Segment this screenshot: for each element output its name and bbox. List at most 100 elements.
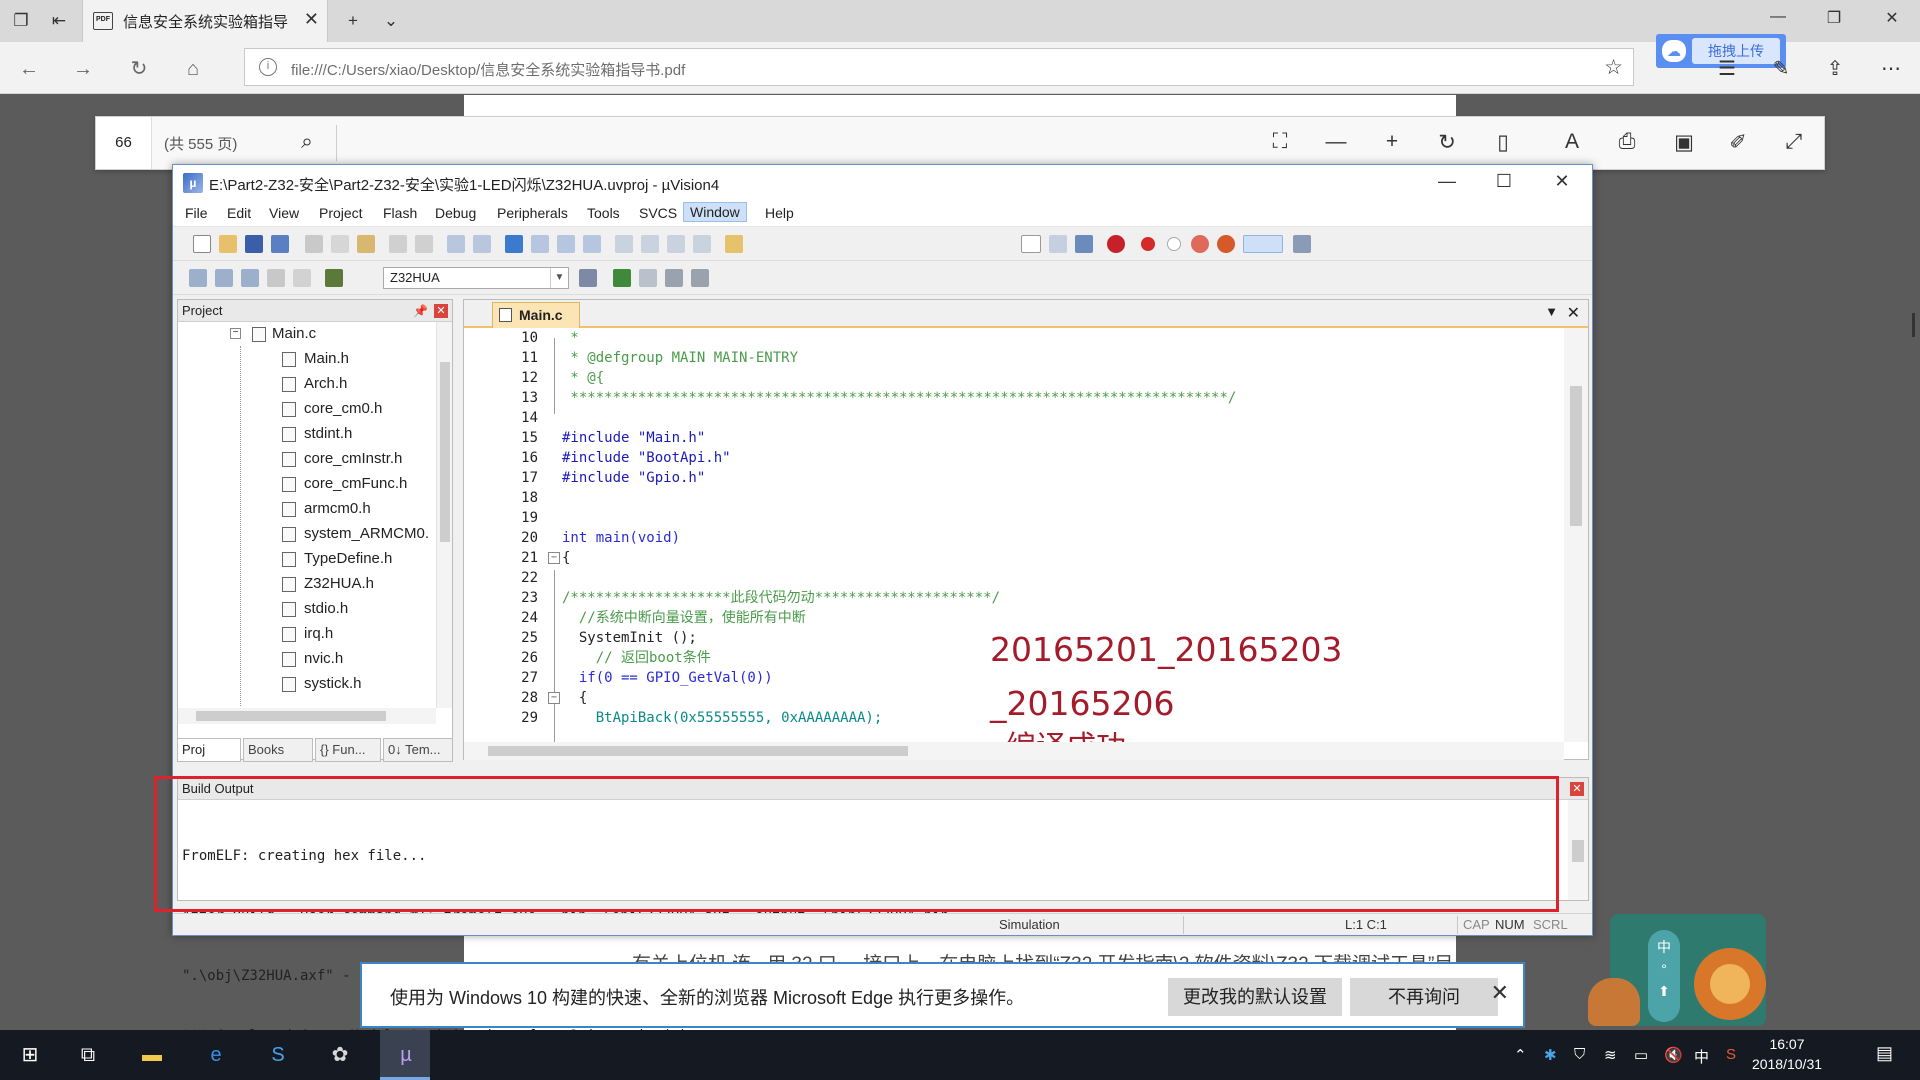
open-file-icon[interactable]	[219, 235, 237, 253]
new-file-icon[interactable]	[193, 235, 211, 253]
save-all-icon[interactable]	[271, 235, 289, 253]
favorite-star-icon[interactable]: ☆	[1604, 55, 1623, 80]
tab-functions[interactable]: {} Fun...	[315, 738, 381, 762]
batch-build-icon[interactable]	[267, 269, 285, 287]
uncomment-icon[interactable]	[693, 235, 711, 253]
editor-vscrollbar[interactable]	[1564, 328, 1588, 742]
minimize-icon[interactable]: —	[1758, 8, 1798, 26]
home-icon[interactable]: ⌂	[178, 54, 208, 84]
project-vscrollbar[interactable]	[436, 322, 452, 708]
battery-icon[interactable]: ▭	[1634, 1046, 1648, 1064]
fold-toggle-icon[interactable]: −	[548, 692, 560, 704]
browser-s-icon[interactable]: S	[262, 1040, 294, 1070]
save-file-icon[interactable]	[245, 235, 263, 253]
edge-icon[interactable]: e	[200, 1040, 232, 1070]
build-icon[interactable]	[215, 269, 233, 287]
uv-minimize-icon[interactable]: —	[1427, 171, 1467, 192]
target-select[interactable]: Z32HUA ▼	[383, 267, 569, 289]
clock[interactable]: 16:07 2018/10/31	[1742, 1034, 1832, 1074]
tab-templates[interactable]: 0↓ Tem...	[383, 738, 453, 762]
indent-icon[interactable]	[615, 235, 633, 253]
windows-start-icon[interactable]: ⊞	[14, 1040, 46, 1070]
kill-all-breakpoints-icon[interactable]	[1217, 235, 1235, 253]
tab-list-dropdown-icon[interactable]: ▼	[1545, 304, 1558, 319]
prompt-close-icon[interactable]: ✕	[1491, 980, 1509, 1006]
rotate-icon[interactable]: ↻	[1432, 130, 1462, 155]
pack-installer-icon[interactable]	[691, 269, 709, 287]
rebuild-icon[interactable]	[241, 269, 259, 287]
menu-edit[interactable]: Edit	[227, 205, 251, 221]
pin-icon[interactable]: 📌	[413, 300, 428, 322]
wifi-icon[interactable]: ≋	[1604, 1046, 1617, 1064]
stop-build-icon[interactable]	[293, 269, 311, 287]
debug-start-icon[interactable]	[1107, 235, 1125, 253]
print-icon[interactable]: ⎙	[1612, 130, 1642, 154]
task-view-icon[interactable]: ⧉	[72, 1040, 104, 1070]
menu-project[interactable]: Project	[319, 205, 363, 221]
menu-window[interactable]: Window	[683, 202, 747, 222]
tab-close-icon[interactable]: ✕	[304, 9, 319, 30]
menu-flash[interactable]: Flash	[383, 205, 417, 221]
shield-icon[interactable]: ⛉	[1574, 1046, 1585, 1063]
find-icon[interactable]	[1049, 235, 1067, 253]
restore-icon[interactable]: ❐	[1814, 8, 1854, 28]
bluetooth-icon[interactable]: ✱	[1544, 1046, 1557, 1064]
nav-forward-icon[interactable]	[473, 235, 491, 253]
redo-icon[interactable]	[415, 235, 433, 253]
uvision-taskbar-icon[interactable]: µ	[390, 1040, 422, 1070]
tab-preview-chevron-icon[interactable]: ⌄	[378, 8, 404, 34]
zoom-out-icon[interactable]: —	[1321, 130, 1351, 154]
tab-main-c[interactable]: Main.c	[492, 302, 580, 328]
pen-notes-icon[interactable]: ✎	[1766, 56, 1796, 81]
target-options-icon[interactable]	[579, 269, 597, 287]
more-icon[interactable]: ⋯	[1876, 56, 1906, 81]
app-icon[interactable]: ✿	[324, 1040, 356, 1070]
zoom-in-icon[interactable]: +	[1377, 130, 1407, 154]
editor-hscrollbar[interactable]	[464, 742, 1564, 760]
undo-icon[interactable]	[389, 235, 407, 253]
breakpoint-icon[interactable]	[1141, 237, 1155, 251]
disable-breakpoint-icon[interactable]	[1167, 237, 1181, 251]
page-number-input[interactable]: 66	[96, 117, 152, 169]
build-vscrollbar[interactable]	[1568, 800, 1588, 900]
scroll-thumb[interactable]	[196, 711, 386, 721]
back-icon[interactable]: ←	[14, 54, 44, 84]
manage-rte-icon[interactable]	[665, 269, 683, 287]
change-default-button[interactable]: 更改我的默认设置	[1168, 978, 1342, 1016]
fold-toggle-icon[interactable]: −	[548, 552, 560, 564]
fit-page-icon[interactable]: ⛶	[1265, 130, 1295, 154]
scroll-thumb[interactable]	[1570, 386, 1582, 526]
menu-debug[interactable]: Debug	[435, 205, 476, 221]
menu-view[interactable]: View	[269, 205, 299, 221]
manage-components-icon[interactable]	[613, 269, 631, 287]
menu-file[interactable]: File	[185, 205, 208, 221]
forward-icon[interactable]: →	[68, 54, 98, 84]
ime-toolbar[interactable]: 中 ° ⬆	[1648, 930, 1680, 1022]
collapse-icon[interactable]: −	[230, 328, 241, 339]
clear-bookmarks-icon[interactable]	[583, 235, 601, 253]
paste-icon[interactable]	[357, 235, 375, 253]
find-combo-dropdown[interactable]	[1021, 235, 1041, 253]
volume-muted-icon[interactable]: 🔇	[1664, 1046, 1683, 1064]
find-in-files-icon[interactable]	[725, 235, 743, 253]
select-packs-icon[interactable]	[639, 269, 657, 287]
dont-ask-button[interactable]: 不再询问	[1350, 978, 1498, 1016]
address-field[interactable]: i file:///C:/Users/xiao/Desktop/信息安全系统实验…	[244, 48, 1634, 86]
sogou-icon[interactable]: S	[1726, 1046, 1736, 1063]
page-layout-icon[interactable]: ▯	[1488, 130, 1518, 155]
favorites-hub-icon[interactable]: ☰	[1712, 56, 1742, 81]
build-output-close-icon[interactable]: ✕	[1570, 782, 1584, 796]
scroll-thumb[interactable]	[1572, 840, 1584, 862]
tab-books[interactable]: Books	[243, 738, 313, 762]
code-area[interactable]: 10 * 11 * @defgroup MAIN MAIN-ENTRY 12 *…	[464, 328, 1564, 742]
read-aloud-icon[interactable]: A	[1557, 130, 1587, 154]
refresh-icon[interactable]: ↻	[124, 54, 154, 84]
new-tab-icon[interactable]: +	[340, 8, 366, 34]
save-icon[interactable]: ▣	[1669, 130, 1699, 155]
file-explorer-icon[interactable]: ▬	[136, 1040, 168, 1070]
scroll-thumb[interactable]	[488, 746, 908, 756]
tray-chevron-icon[interactable]: ⌃	[1514, 1046, 1527, 1064]
incremental-find-icon[interactable]	[1075, 235, 1093, 253]
tab-pdf[interactable]: PDF 信息安全系统实验箱指导 ✕	[82, 0, 328, 42]
copy-icon[interactable]	[331, 235, 349, 253]
